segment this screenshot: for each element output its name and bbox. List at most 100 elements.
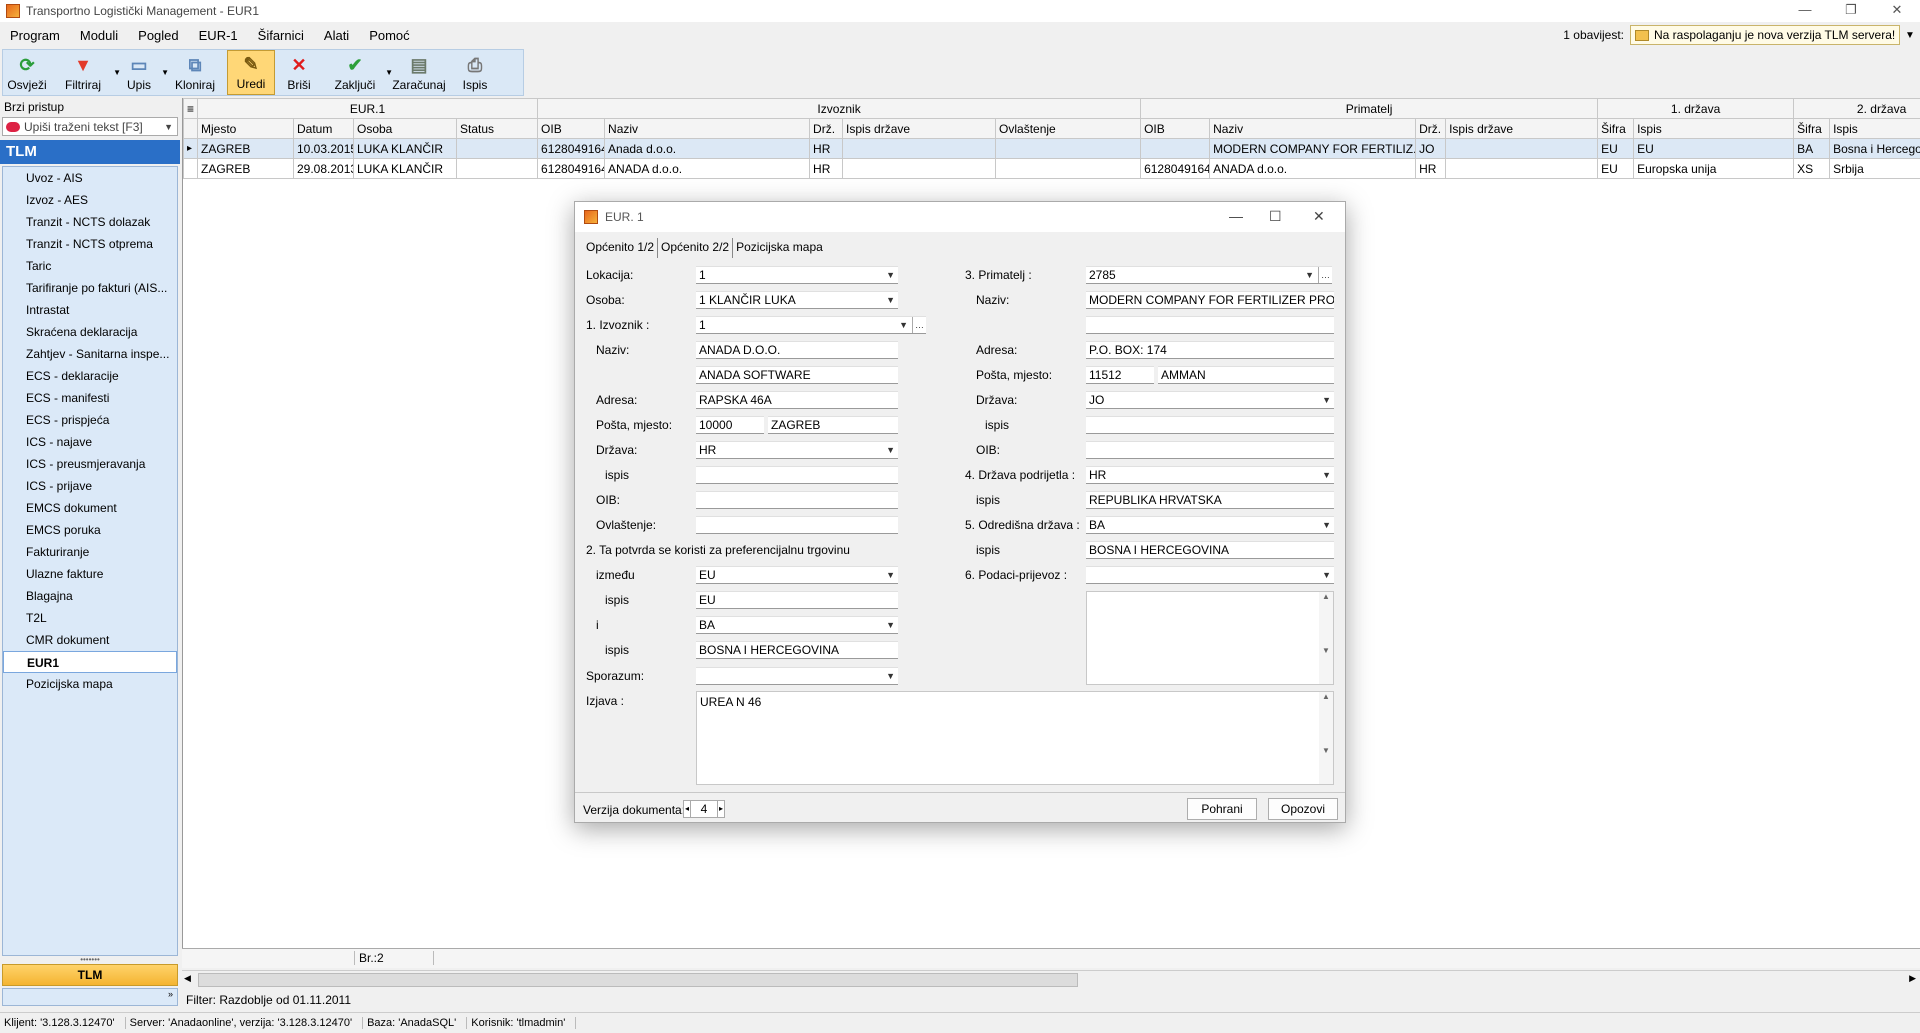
izvoznik-mjesto-field[interactable]: ZAGREB bbox=[768, 416, 898, 434]
column-header[interactable]: Šifra bbox=[1597, 118, 1635, 139]
sidebar-bottom-tab[interactable]: TLM bbox=[2, 964, 178, 986]
collapse-icon[interactable]: » bbox=[2, 988, 178, 1006]
kloniraj-button[interactable]: ⧉ Kloniraj bbox=[163, 50, 227, 95]
column-header[interactable]: Mjesto bbox=[197, 118, 294, 139]
column-header[interactable]: Osoba bbox=[353, 118, 457, 139]
column-header[interactable]: Datum bbox=[293, 118, 354, 139]
menu-pomoc[interactable]: Pomoć bbox=[359, 28, 419, 43]
minimize-button[interactable]: — bbox=[1782, 0, 1828, 22]
izvoznik-oib-field[interactable] bbox=[696, 491, 898, 509]
ellipsis-button[interactable]: … bbox=[912, 317, 924, 333]
splitter-grip[interactable]: ••••••• bbox=[2, 956, 178, 964]
column-header[interactable]: Ispis države bbox=[1445, 118, 1599, 139]
podaci-prijevoz-select[interactable]: ▼ bbox=[1086, 566, 1334, 584]
primatelj-naziv2-field[interactable] bbox=[1086, 316, 1334, 334]
uredi-button[interactable]: ✎ Uredi bbox=[227, 50, 275, 95]
column-header[interactable]: Ispis države bbox=[842, 118, 997, 139]
sidebar-item[interactable]: Tarifiranje po fakturi (AIS... bbox=[3, 277, 177, 299]
sidebar-item[interactable]: ECS - deklaracije bbox=[3, 365, 177, 387]
i-ispis-field[interactable]: BOSNA I HERCEGOVINA bbox=[696, 641, 898, 659]
maximize-button[interactable]: ❐ bbox=[1828, 0, 1874, 22]
column-header[interactable]: Naziv bbox=[604, 118, 811, 139]
sidebar-item[interactable]: Taric bbox=[3, 255, 177, 277]
grid-menu-icon[interactable]: ≡ bbox=[183, 98, 198, 119]
sidebar-item[interactable]: Zahtjev - Sanitarna inspe... bbox=[3, 343, 177, 365]
menu-moduli[interactable]: Moduli bbox=[70, 28, 128, 43]
zaračunaj-button[interactable]: ▤ Zaračunaj bbox=[387, 50, 451, 95]
primatelj-posta-field[interactable]: 11512 bbox=[1086, 366, 1154, 384]
sidebar-item[interactable]: Tranzit - NCTS otprema bbox=[3, 233, 177, 255]
sporazum-select[interactable]: ▼ bbox=[696, 667, 898, 685]
ispis-button[interactable]: ⎙ Ispis bbox=[451, 50, 499, 95]
osoba-select[interactable]: 1 KLANČIR LUKA ▼ bbox=[696, 291, 898, 309]
sidebar-item[interactable]: ICS - najave bbox=[3, 431, 177, 453]
sidebar-item[interactable]: EUR1 bbox=[3, 651, 177, 673]
sidebar-item[interactable]: Izvoz - AES bbox=[3, 189, 177, 211]
textarea-scrollbar[interactable]: ▲ ▼ bbox=[1319, 692, 1333, 784]
close-button[interactable]: ✕ bbox=[1874, 0, 1920, 22]
izvoznik-naziv1-field[interactable]: ANADA D.O.O. bbox=[696, 341, 898, 359]
izmedju-ispis-field[interactable]: EU bbox=[696, 591, 898, 609]
i-select[interactable]: BA ▼ bbox=[696, 616, 898, 634]
stepper-left-icon[interactable]: ◂ bbox=[684, 801, 691, 817]
izjava-textarea[interactable]: UREA N 46 ▲ ▼ bbox=[696, 691, 1334, 785]
menu-sifarnici[interactable]: Šifarnici bbox=[248, 28, 314, 43]
primatelj-mjesto-field[interactable]: AMMAN bbox=[1158, 366, 1334, 384]
izvoznik-adresa-field[interactable]: RAPSKA 46A bbox=[696, 391, 898, 409]
sidebar-item[interactable]: Uvoz - AIS bbox=[3, 167, 177, 189]
column-header[interactable]: Drž. bbox=[1415, 118, 1447, 139]
chevron-down-icon[interactable]: ▼ bbox=[1900, 25, 1920, 45]
column-header[interactable]: Ispis bbox=[1633, 118, 1795, 139]
primatelj-naziv1-field[interactable]: MODERN COMPANY FOR FERTILIZER PRODUC bbox=[1086, 291, 1334, 309]
save-button[interactable]: Pohrani bbox=[1187, 798, 1257, 820]
tab-pozicijska-mapa[interactable]: Pozicijska mapa bbox=[733, 238, 826, 258]
horizontal-scrollbar[interactable]: ◀ ▶ bbox=[182, 970, 1920, 988]
menu-alati[interactable]: Alati bbox=[314, 28, 359, 43]
menu-eur1[interactable]: EUR-1 bbox=[189, 28, 248, 43]
primatelj-ispis-field[interactable] bbox=[1086, 416, 1334, 434]
tab-opcenito-1[interactable]: Općenito 1/2 bbox=[583, 238, 659, 258]
column-header[interactable]: OIB bbox=[537, 118, 606, 139]
sidebar-item[interactable]: ICS - prijave bbox=[3, 475, 177, 497]
column-header[interactable]: Šifra bbox=[1793, 118, 1831, 139]
menu-pogled[interactable]: Pogled bbox=[128, 28, 188, 43]
primatelj-oib-field[interactable] bbox=[1086, 441, 1334, 459]
sidebar-item[interactable]: Blagajna bbox=[3, 585, 177, 607]
izvoznik-posta-field[interactable]: 10000 bbox=[696, 416, 764, 434]
sidebar-item[interactable]: Ulazne fakture bbox=[3, 563, 177, 585]
maximize-icon[interactable]: ☐ bbox=[1269, 208, 1282, 225]
lokacija-select[interactable]: 1 ▼ bbox=[696, 266, 898, 284]
primatelj-adresa-field[interactable]: P.O. BOX: 174 bbox=[1086, 341, 1334, 359]
primatelj-select[interactable]: 2785 ▼… bbox=[1086, 266, 1332, 284]
izmedju-select[interactable]: EU ▼ bbox=[696, 566, 898, 584]
sidebar-item[interactable]: Skraćena deklaracija bbox=[3, 321, 177, 343]
briši-button[interactable]: ✕ Briši bbox=[275, 50, 323, 95]
chevron-down-icon[interactable]: ▼ bbox=[164, 122, 173, 132]
table-row[interactable]: ZAGREB 29.08.2013 LUKA KLANČIR 6128049164 AN… bbox=[183, 158, 1920, 179]
table-row[interactable]: ▸ ZAGREB 10.03.2015 LUKA KLANČIR 6128049164 A… bbox=[183, 138, 1920, 159]
sidebar-item[interactable]: Intrastat bbox=[3, 299, 177, 321]
drzava-podrijetla-select[interactable]: HR ▼ bbox=[1086, 466, 1334, 484]
scroll-thumb[interactable] bbox=[198, 973, 1078, 987]
scroll-left-icon[interactable]: ◀ bbox=[184, 973, 191, 984]
verzija-stepper[interactable]: ◂ 4 ▸ bbox=[683, 800, 725, 818]
podrijetla-ispis-field[interactable]: REPUBLIKA HRVATSKA bbox=[1086, 491, 1334, 509]
column-header[interactable]: Drž. bbox=[809, 118, 844, 139]
menu-program[interactable]: Program bbox=[0, 28, 70, 43]
izvoznik-ispis-field[interactable] bbox=[696, 466, 898, 484]
column-header[interactable]: Status bbox=[455, 118, 539, 139]
sidebar-item[interactable]: ECS - manifesti bbox=[3, 387, 177, 409]
quick-access-input[interactable]: Upiši traženi tekst [F3] ▼ bbox=[2, 117, 178, 136]
sidebar-item[interactable]: Pozicijska mapa bbox=[3, 673, 177, 695]
odredisna-drzava-select[interactable]: BA ▼ bbox=[1086, 516, 1334, 534]
primatelj-drzava-select[interactable]: JO ▼ bbox=[1086, 391, 1334, 409]
sidebar-item[interactable]: ICS - preusmjeravanja bbox=[3, 453, 177, 475]
prijevoz-textarea[interactable]: ▲ ▼ bbox=[1086, 591, 1334, 685]
sidebar-item[interactable]: ECS - prispjeća bbox=[3, 409, 177, 431]
column-header[interactable]: OIB bbox=[1140, 118, 1211, 139]
sidebar-item[interactable]: EMCS poruka bbox=[3, 519, 177, 541]
minimize-icon[interactable]: — bbox=[1229, 208, 1243, 224]
izvoznik-drzava-select[interactable]: HR ▼ bbox=[696, 441, 898, 459]
column-header[interactable]: Ovlaštenje bbox=[995, 118, 1142, 139]
cancel-button[interactable]: Opozovi bbox=[1268, 798, 1338, 820]
